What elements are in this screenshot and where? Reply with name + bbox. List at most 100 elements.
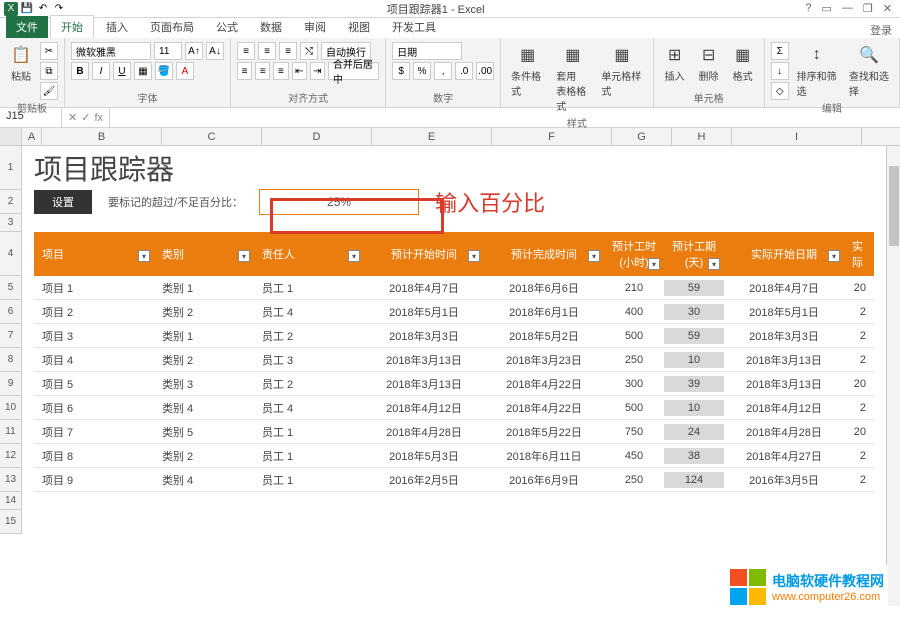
cell-actual-end[interactable]: 20 (844, 280, 874, 296)
cell-days[interactable]: 39 (664, 376, 724, 392)
cell-plan-start[interactable]: 2018年4月12日 (364, 398, 484, 418)
cell-hours[interactable]: 210 (604, 280, 664, 296)
percent-icon[interactable]: % (413, 62, 431, 80)
cell-category[interactable]: 类别 2 (154, 302, 254, 322)
insert-cells-button[interactable]: ⊞插入 (660, 42, 690, 85)
increase-font-icon[interactable]: A↑ (185, 42, 203, 60)
cell-category[interactable]: 类别 1 (154, 326, 254, 346)
filter-icon[interactable]: ▾ (648, 258, 660, 270)
cell-project[interactable]: 项目 2 (34, 302, 154, 322)
cell-hours[interactable]: 500 (604, 400, 664, 416)
cell-category[interactable]: 类别 4 (154, 398, 254, 418)
cell-category[interactable]: 类别 5 (154, 422, 254, 442)
cell-hours[interactable]: 500 (604, 328, 664, 344)
cell-hours[interactable]: 300 (604, 376, 664, 392)
copy-icon[interactable]: ⧉ (40, 62, 58, 80)
cell-category[interactable]: 类别 1 (154, 278, 254, 298)
fill-icon[interactable]: ↓ (771, 62, 789, 80)
worksheet-grid[interactable]: 1 2 3 4 5 6 7 8 9 10 11 12 13 14 15 项目跟踪… (0, 146, 900, 606)
row-7[interactable]: 7 (0, 324, 22, 348)
tab-review[interactable]: 审阅 (294, 16, 336, 38)
cell-project[interactable]: 项目 5 (34, 374, 154, 394)
cell-category[interactable]: 类别 4 (154, 470, 254, 490)
filter-icon[interactable]: ▾ (708, 258, 720, 270)
increase-decimal-icon[interactable]: .0 (455, 62, 473, 80)
cell-actual-start[interactable]: 2018年3月13日 (724, 350, 844, 370)
align-top-icon[interactable]: ≡ (237, 42, 255, 60)
align-bottom-icon[interactable]: ≡ (279, 42, 297, 60)
cell-actual-end[interactable]: 2 (844, 400, 874, 416)
undo-icon[interactable]: ↶ (36, 2, 50, 16)
increase-indent-icon[interactable]: ⇥ (310, 62, 325, 80)
select-all-corner[interactable] (0, 128, 22, 145)
cell-actual-start[interactable]: 2018年4月28日 (724, 422, 844, 442)
sort-filter-button[interactable]: ↕排序和筛选 (793, 42, 841, 100)
help-icon[interactable]: ? (805, 2, 811, 15)
cell-project[interactable]: 项目 8 (34, 446, 154, 466)
cell-days[interactable]: 59 (664, 280, 724, 296)
tab-home[interactable]: 开始 (50, 15, 94, 38)
cell-plan-start[interactable]: 2018年3月3日 (364, 326, 484, 346)
row-14[interactable]: 14 (0, 492, 22, 510)
filter-icon[interactable]: ▾ (138, 250, 150, 262)
cell-project[interactable]: 项目 9 (34, 470, 154, 490)
minimize-button[interactable]: — (842, 2, 853, 15)
conditional-format-button[interactable]: ▦条件格式 (507, 42, 548, 100)
cell-days[interactable]: 24 (664, 424, 724, 440)
cancel-fx-icon[interactable]: ✕ (68, 111, 77, 124)
cell-project[interactable]: 项目 6 (34, 398, 154, 418)
cell-project[interactable]: 项目 7 (34, 422, 154, 442)
cell-actual-end[interactable]: 2 (844, 304, 874, 320)
cell-actual-start[interactable]: 2018年5月1日 (724, 302, 844, 322)
th-days[interactable]: 预计工期 (天)▾ (664, 234, 724, 274)
tab-dev[interactable]: 开发工具 (382, 16, 446, 38)
row-10[interactable]: 10 (0, 396, 22, 420)
tab-formulas[interactable]: 公式 (206, 16, 248, 38)
row-11[interactable]: 11 (0, 420, 22, 444)
cell-hours[interactable]: 250 (604, 352, 664, 368)
format-cells-button[interactable]: ▦格式 (728, 42, 758, 85)
font-name-combo[interactable]: 微软雅黑 (71, 42, 151, 60)
cell-actual-end[interactable]: 20 (844, 376, 874, 392)
comma-icon[interactable]: , (434, 62, 452, 80)
table-row[interactable]: 项目 9类别 4员工 12016年2月5日2016年6月9日2501242016… (34, 468, 874, 492)
bold-button[interactable]: B (71, 62, 89, 80)
col-a[interactable]: A (22, 128, 42, 145)
cell-plan-start[interactable]: 2018年3月13日 (364, 374, 484, 394)
row-1[interactable]: 1 (0, 146, 22, 190)
row-9[interactable]: 9 (0, 372, 22, 396)
cell-actual-end[interactable]: 2 (844, 448, 874, 464)
orientation-icon[interactable]: ⤭ (300, 42, 318, 60)
table-format-button[interactable]: ▦套用 表格格式 (552, 42, 593, 115)
settings-button[interactable]: 设置 (34, 190, 92, 214)
cell-plan-end[interactable]: 2018年6月11日 (484, 446, 604, 466)
cell-responsible[interactable]: 员工 1 (254, 278, 364, 298)
cell-days[interactable]: 10 (664, 352, 724, 368)
tab-file[interactable]: 文件 (6, 16, 48, 38)
col-d[interactable]: D (262, 128, 372, 145)
row-8[interactable]: 8 (0, 348, 22, 372)
cell-hours[interactable]: 450 (604, 448, 664, 464)
col-b[interactable]: B (42, 128, 162, 145)
filter-icon[interactable]: ▾ (828, 250, 840, 262)
row-2[interactable]: 2 (0, 190, 22, 214)
signin-link[interactable]: 登录 (870, 22, 892, 38)
underline-button[interactable]: U (113, 62, 131, 80)
cell-actual-start[interactable]: 2016年3月5日 (724, 470, 844, 490)
row-12[interactable]: 12 (0, 444, 22, 468)
col-i[interactable]: I (732, 128, 862, 145)
decrease-indent-icon[interactable]: ⇤ (292, 62, 307, 80)
fx-icon[interactable]: fx (94, 112, 103, 124)
paste-button[interactable]: 📋 粘贴 (6, 42, 36, 85)
cell-hours[interactable]: 250 (604, 472, 664, 488)
cell-days[interactable]: 124 (664, 472, 724, 488)
clear-icon[interactable]: ◇ (771, 82, 789, 100)
align-left-icon[interactable]: ≡ (237, 62, 252, 80)
redo-icon[interactable]: ↷ (52, 2, 66, 16)
cell-plan-start[interactable]: 2018年4月28日 (364, 422, 484, 442)
th-plan-start[interactable]: 预计开始时间▾ (364, 242, 484, 266)
cell-days[interactable]: 30 (664, 304, 724, 320)
cell-project[interactable]: 项目 4 (34, 350, 154, 370)
close-button[interactable]: ✕ (883, 2, 892, 15)
th-category[interactable]: 类别▾ (154, 242, 254, 266)
